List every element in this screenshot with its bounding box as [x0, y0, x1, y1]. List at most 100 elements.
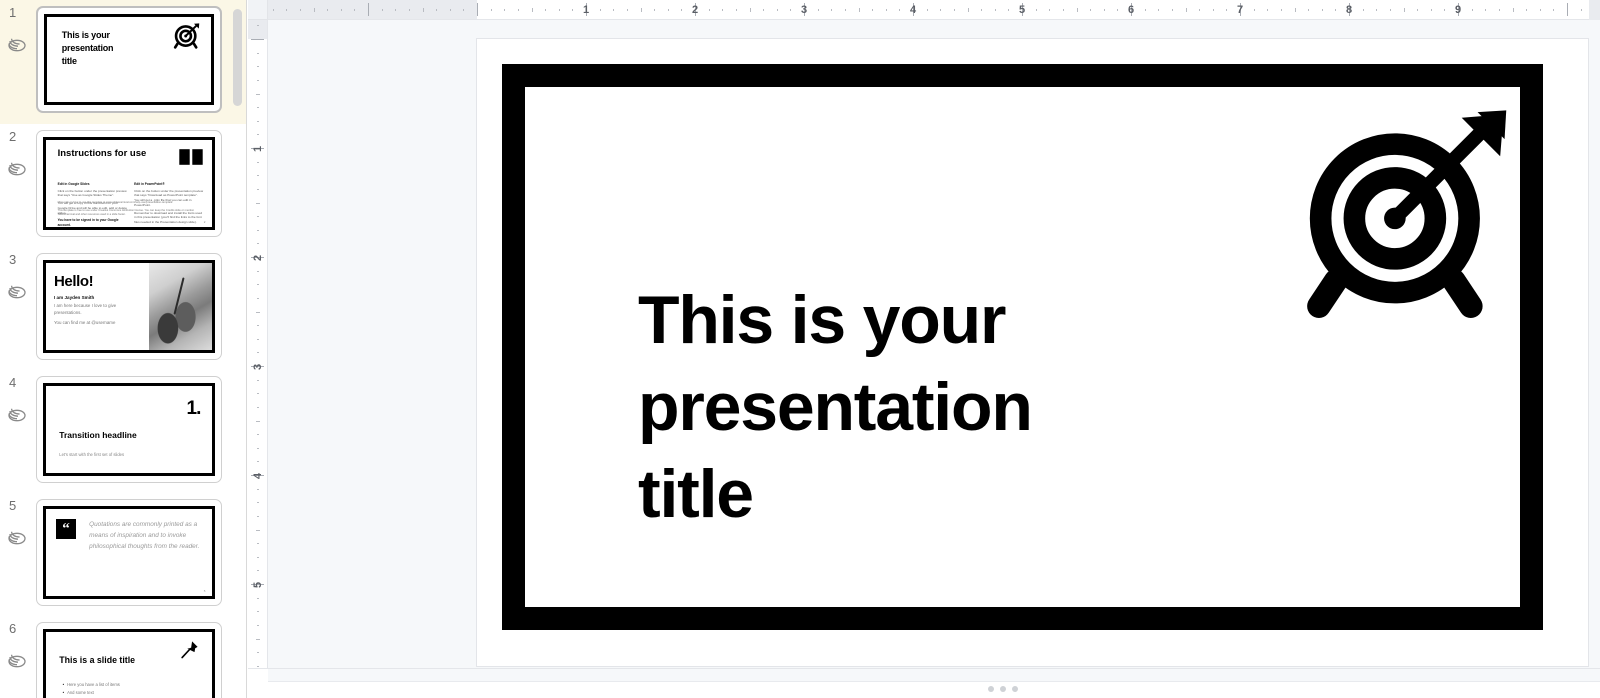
target-icon [174, 23, 200, 49]
slide-thumbnail-panel[interactable]: 1 This is your presentation title 2 Inst… [0, 0, 247, 698]
h-ruler-tick [749, 8, 751, 12]
h-ruler-tick [1062, 9, 1064, 11]
slide-number-1: 1 [9, 5, 17, 20]
h-ruler-tick [1321, 9, 1323, 11]
v-ruler-tick [257, 611, 259, 613]
thumbnail-frame-2[interactable]: Instructions for use Edit in Google Slid… [36, 130, 222, 237]
thumb-2-footer-note: This template is free to use under Creat… [57, 208, 195, 216]
h-ruler-tick [981, 9, 983, 11]
h-ruler-tick [1035, 9, 1037, 11]
h-ruler-label: 3 [801, 4, 808, 16]
h-ruler-tick [1199, 9, 1201, 11]
thumb-2-left-heading: Edit in Google Slides [57, 181, 90, 186]
h-ruler-tick [572, 9, 574, 11]
slide-title-textbox[interactable]: This is your presentation title [638, 277, 1158, 538]
h-ruler-tick [626, 9, 628, 11]
thumb-2-left-p1: Click on the button under the presentati… [57, 188, 127, 198]
thumbnail-frame-1[interactable]: This is your presentation title [36, 6, 222, 113]
thumb-2-page-number: 2 [203, 220, 206, 225]
slide-panel-scrollbar[interactable] [233, 9, 242, 106]
v-ruler-tick [257, 134, 259, 136]
current-slide-canvas[interactable]: This is your presentation title [477, 39, 1588, 666]
h-ruler-tick [1389, 9, 1391, 11]
horizontal-ruler[interactable]: 1 2 3 4 5 6 7 8 9 [268, 0, 1600, 20]
thumb-3-photo [148, 263, 212, 350]
h-ruler-tick [1512, 8, 1514, 12]
h-ruler-tick [1539, 9, 1541, 11]
h-ruler-tick [1144, 9, 1146, 11]
h-ruler-tick [776, 9, 778, 11]
thumb-5-page-number: 5 [203, 588, 206, 593]
h-ruler-tick [1008, 9, 1010, 11]
thumb-4-subtitle: Let's start with the first set of slides [59, 452, 125, 458]
v-ruler-tick [256, 420, 260, 422]
h-ruler-tick [1117, 9, 1119, 11]
v-ruler-tick [257, 393, 259, 395]
thumbnail-frame-5[interactable]: “ Quotations are commonly printed as a m… [36, 499, 222, 606]
h-ruler-tick [940, 9, 942, 11]
h-ruler-tick [463, 9, 465, 11]
v-ruler-tick [257, 447, 259, 449]
h-ruler-tick [1294, 8, 1296, 12]
thumb-6-bullet-2: And some text [63, 689, 120, 697]
h-ruler-tick [667, 9, 669, 11]
h-ruler-tick [872, 9, 874, 11]
slide-number-4: 4 [9, 375, 17, 390]
slide-thumbnail-5[interactable]: 5 “ Quotations are commonly printed as a… [0, 493, 246, 616]
thumb-5-quote: Quotations are commonly printed as a mea… [89, 520, 200, 550]
h-ruler-label: 9 [1455, 4, 1462, 16]
h-ruler-tick [1376, 9, 1378, 11]
h-ruler-tick [994, 9, 996, 11]
slide-thumbnail-4[interactable]: 4 1. Transition headline Let's start wit… [0, 370, 246, 493]
bottom-status-bar [248, 668, 1600, 698]
slide-thumbnail-3[interactable]: 3 Hello! I am Jayden Smith I am here bec… [0, 247, 246, 370]
v-ruler-tick [257, 52, 259, 54]
layers-icon [8, 162, 26, 176]
target-icon[interactable] [1295, 107, 1515, 323]
layers-icon [8, 531, 26, 545]
h-ruler-tick [490, 9, 492, 11]
slide-number-6: 6 [9, 621, 17, 636]
v-ruler-tick [256, 638, 260, 640]
h-ruler-tick [1471, 9, 1473, 11]
layers-icon [8, 38, 26, 52]
h-ruler-tick [1226, 9, 1228, 11]
thumbnail-frame-4[interactable]: 1. Transition headline Let's start with … [36, 376, 222, 483]
v-ruler-label: 4 [252, 472, 264, 479]
thumb-3-p1: I am here because I love to give present… [54, 303, 117, 315]
v-ruler-tick [257, 216, 259, 218]
h-ruler-tick [953, 9, 955, 11]
grip-dot [1000, 686, 1006, 692]
v-ruler-tick [257, 597, 259, 599]
slide-black-border-frame: This is your presentation title [502, 64, 1543, 630]
horizontal-splitter-grip[interactable] [988, 686, 1018, 692]
h-ruler-tick [708, 9, 710, 11]
slide-thumbnail-6[interactable]: 6 This is a slide title Here you have a … [0, 616, 246, 698]
h-ruler-tick [1335, 9, 1337, 11]
vertical-ruler[interactable]: 1 2 3 4 5 [248, 20, 268, 668]
thumbnail-frame-6[interactable]: This is a slide title Here you have a li… [36, 622, 222, 698]
h-ruler-tick [436, 9, 438, 11]
h-ruler-tick [368, 3, 369, 16]
slide-editing-canvas-area[interactable]: This is your presentation title [268, 20, 1600, 668]
slide-thumbnail-2[interactable]: 2 Instructions for use Edit in Google Sl… [0, 124, 246, 247]
h-ruler-tick [1553, 9, 1555, 11]
v-ruler-tick [257, 556, 259, 558]
h-ruler-tick [831, 9, 833, 11]
v-ruler-tick [251, 39, 264, 40]
v-ruler-tick [257, 107, 259, 109]
h-ruler-tick [1103, 9, 1105, 11]
layers-icon [8, 654, 26, 668]
thumb-6-bullets: Here you have a list of items And some t… [63, 681, 120, 697]
v-ruler-tick [257, 161, 259, 163]
thumb-3-heading: Hello! [54, 273, 94, 290]
thumbnail-canvas-3: Hello! I am Jayden Smith I am here becau… [43, 260, 215, 353]
v-ruler-tick [256, 202, 260, 204]
slide-thumbnail-1[interactable]: 1 This is your presentation title [0, 0, 246, 124]
v-ruler-tick [257, 243, 259, 245]
h-ruler-tick [1485, 9, 1487, 11]
v-ruler-label: 5 [252, 581, 264, 588]
h-ruler-tick [844, 9, 846, 11]
v-ruler-tick [257, 624, 259, 626]
thumbnail-frame-3[interactable]: Hello! I am Jayden Smith I am here becau… [36, 253, 222, 360]
